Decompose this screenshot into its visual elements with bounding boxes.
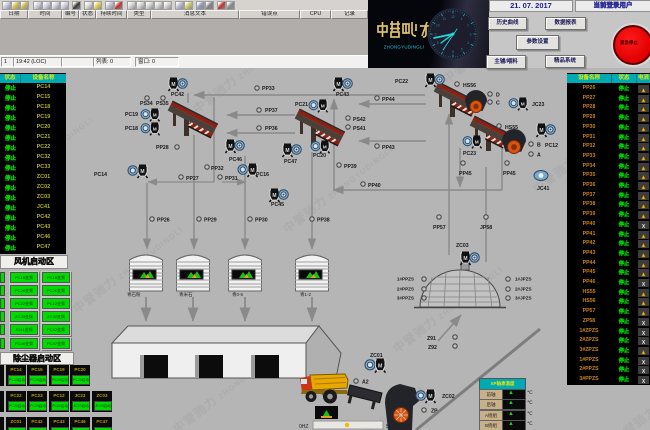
svg-text:M: M <box>428 394 432 400</box>
svg-text:PP27: PP27 <box>186 176 199 182</box>
svg-text:M: M <box>228 144 232 150</box>
svg-text:青0-5: 青0-5 <box>232 291 244 298</box>
svg-text:Z92: Z92 <box>428 345 437 351</box>
svg-text:PP36: PP36 <box>265 126 278 132</box>
svg-text:PC12: PC12 <box>545 143 558 149</box>
svg-text:PS35: PS35 <box>156 101 169 107</box>
svg-text:PC45: PC45 <box>271 202 284 208</box>
svg-text:PC19: PC19 <box>125 112 138 118</box>
svg-text:PC20: PC20 <box>313 153 326 159</box>
svg-text:M: M <box>336 82 340 88</box>
svg-text:PP38: PP38 <box>317 218 330 224</box>
svg-text:M: M <box>323 145 327 151</box>
svg-text:PP32: PP32 <box>211 166 224 172</box>
svg-text:PP57: PP57 <box>433 225 446 231</box>
svg-text:PP29: PP29 <box>204 218 217 224</box>
svg-text:JC23: JC23 <box>532 102 545 108</box>
svg-text:PC21: PC21 <box>295 102 308 108</box>
svg-text:M: M <box>428 78 432 84</box>
svg-text:M: M <box>321 104 325 110</box>
svg-text:PC23: PC23 <box>463 151 476 157</box>
svg-text:ZP: ZP <box>431 409 438 415</box>
svg-text:B: B <box>537 143 541 149</box>
svg-text:M: M <box>475 140 479 146</box>
svg-text:A2: A2 <box>362 380 369 386</box>
svg-text:PP26: PP26 <box>157 218 170 224</box>
svg-text:C: C <box>496 101 500 107</box>
svg-text:青米石: 青米石 <box>179 291 193 298</box>
svg-text:ZC02: ZC02 <box>442 394 455 400</box>
svg-text:青石粉: 青石粉 <box>127 291 141 298</box>
svg-text:50HZ: 50HZ <box>386 424 398 430</box>
svg-text:0HZ: 0HZ <box>299 424 308 430</box>
svg-text:PP31: PP31 <box>225 176 238 182</box>
svg-text:D: D <box>496 93 500 99</box>
svg-text:PS34: PS34 <box>140 101 153 107</box>
svg-text:PC46: PC46 <box>229 157 242 163</box>
svg-text:JP58: JP58 <box>480 225 492 231</box>
svg-text:M: M <box>285 148 289 154</box>
svg-text:Z91: Z91 <box>427 336 436 342</box>
svg-text:PC43: PC43 <box>336 92 349 98</box>
svg-text:M: M <box>171 82 175 88</box>
svg-text:PP43: PP43 <box>382 145 395 151</box>
svg-text:PS41: PS41 <box>353 126 366 132</box>
svg-text:3#PPZS: 3#PPZS <box>397 296 414 301</box>
svg-text:青1-2: 青1-2 <box>300 291 312 298</box>
svg-text:ZC03: ZC03 <box>456 243 469 249</box>
svg-text:HS55: HS55 <box>505 125 518 131</box>
svg-text:PP37: PP37 <box>265 108 278 114</box>
svg-text:M: M <box>250 168 254 174</box>
svg-text:M: M <box>140 169 144 175</box>
svg-text:HS56: HS56 <box>463 83 476 89</box>
svg-text:PP40: PP40 <box>368 183 381 189</box>
svg-text:PP30: PP30 <box>255 218 268 224</box>
svg-text:PP44: PP44 <box>382 97 395 103</box>
svg-text:3#JPZS: 3#JPZS <box>515 296 532 301</box>
svg-text:PC22: PC22 <box>395 79 408 85</box>
svg-text:M: M <box>153 127 157 133</box>
svg-text:A: A <box>537 153 541 159</box>
svg-text:PC42: PC42 <box>171 92 184 98</box>
svg-text:1#JPZS: 1#JPZS <box>515 277 532 282</box>
svg-text:PC47: PC47 <box>284 159 297 165</box>
svg-text:PS42: PS42 <box>353 117 366 123</box>
svg-text:PP45: PP45 <box>503 171 516 177</box>
svg-text:PP28: PP28 <box>156 145 169 151</box>
svg-text:JC41: JC41 <box>537 186 550 192</box>
svg-text:PP45: PP45 <box>459 171 472 177</box>
svg-text:1#PPZS: 1#PPZS <box>397 277 414 282</box>
svg-text:PP39: PP39 <box>344 164 357 170</box>
svg-text:PP33: PP33 <box>262 86 275 92</box>
svg-text:M: M <box>463 256 467 262</box>
svg-text:PC16: PC16 <box>256 172 269 178</box>
svg-text:PC18: PC18 <box>125 126 138 132</box>
svg-text:M: M <box>521 102 525 108</box>
svg-text:M: M <box>378 363 383 369</box>
svg-text:M: M <box>153 113 157 119</box>
svg-text:ZC01: ZC01 <box>370 353 383 359</box>
svg-text:2#JPZS: 2#JPZS <box>515 287 532 292</box>
svg-text:PC14: PC14 <box>94 172 107 178</box>
svg-text:2#PPZS: 2#PPZS <box>397 287 414 292</box>
svg-text:M: M <box>272 193 276 199</box>
svg-text:M: M <box>539 128 543 134</box>
